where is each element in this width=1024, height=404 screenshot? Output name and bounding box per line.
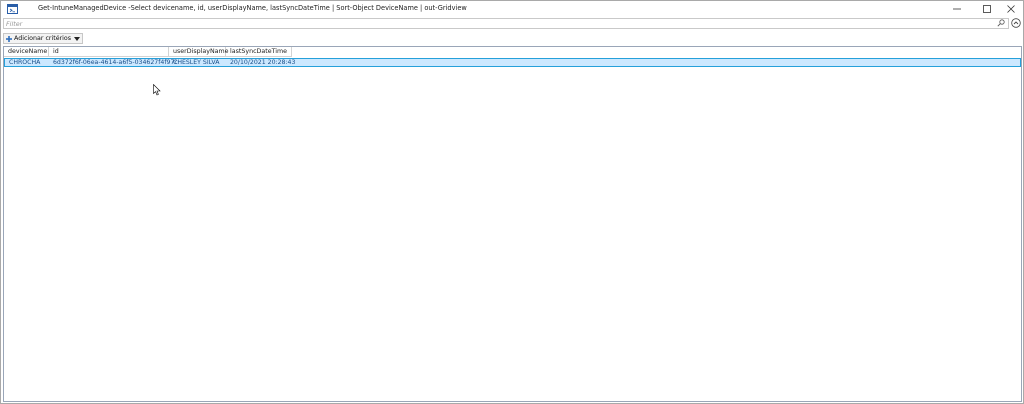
add-criteria-button[interactable]: Adicionar critérios <box>3 33 84 44</box>
criteria-bar: Adicionar critérios <box>3 33 84 44</box>
filter-bar <box>3 18 1021 29</box>
results-grid: deviceName id userDisplayName lastSyncDa… <box>3 46 1022 402</box>
gridview-window: Get-IntuneManagedDevice -Select devicena… <box>0 0 1024 404</box>
column-header-lastsyncdatetime[interactable]: lastSyncDateTime <box>226 47 292 57</box>
plus-icon <box>6 35 12 42</box>
cell-id: 6d372f6f-06ea-4614-a6f5-034627f4f97c <box>53 59 178 66</box>
filter-input[interactable] <box>3 18 1009 29</box>
cell-devicename: CHROCHA <box>9 59 41 66</box>
powershell-icon <box>7 4 18 14</box>
grid-header: deviceName id userDisplayName lastSyncDa… <box>4 47 1021 57</box>
dropdown-arrow-icon <box>74 36 81 41</box>
close-button[interactable] <box>1000 1 1022 17</box>
maximize-button[interactable] <box>976 1 998 17</box>
column-header-userdisplayname[interactable]: userDisplayName <box>169 47 229 57</box>
window-title: Get-IntuneManagedDevice -Select devicena… <box>38 4 467 12</box>
cell-lastsyncdatetime: 20/10/2021 20:28:43 <box>230 59 296 66</box>
minimize-icon <box>953 8 961 10</box>
table-row[interactable]: CHROCHA 6d372f6f-06ea-4614-a6f5-034627f4… <box>4 58 1021 67</box>
close-icon <box>1007 5 1015 13</box>
maximize-icon <box>983 5 991 13</box>
search-icon[interactable] <box>997 19 1005 27</box>
mouse-cursor-icon <box>153 84 161 96</box>
add-criteria-label: Adicionar critérios <box>14 35 72 42</box>
cell-userdisplayname: CHESLEY SILVA <box>173 59 220 66</box>
minimize-button[interactable] <box>946 1 968 17</box>
column-header-id[interactable]: id <box>49 47 169 57</box>
title-bar[interactable]: Get-IntuneManagedDevice -Select devicena… <box>1 1 1023 17</box>
column-header-devicename[interactable]: deviceName <box>4 47 49 57</box>
chevron-up-icon[interactable] <box>1011 18 1021 28</box>
